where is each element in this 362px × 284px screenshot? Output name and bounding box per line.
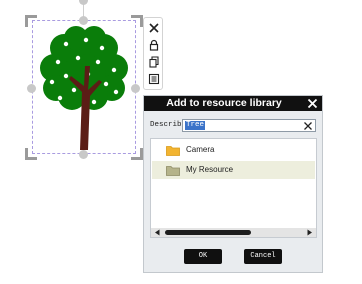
- dialog-title: Add to resource library: [166, 97, 282, 109]
- rotation-handle[interactable]: [79, 0, 88, 5]
- scroll-right-icon[interactable]: [306, 229, 313, 236]
- add-to-resource-library-dialog: Add to resource library Describe Tree Ca…: [143, 95, 323, 273]
- dialog-close-button[interactable]: [306, 97, 319, 110]
- object-properties-button[interactable]: [146, 71, 162, 87]
- folder-icon: [166, 146, 180, 156]
- folder-item-my-resource[interactable]: My Resource: [152, 161, 315, 179]
- lock-object-button[interactable]: [146, 37, 162, 53]
- properties-icon: [148, 73, 160, 85]
- lock-icon: [149, 39, 159, 51]
- delete-object-button[interactable]: [146, 20, 162, 36]
- describe-input[interactable]: Tree: [182, 119, 316, 132]
- resize-handle-right[interactable]: [131, 84, 140, 93]
- scroll-left-icon[interactable]: [154, 229, 161, 236]
- folder-item-label: Camera: [186, 145, 215, 154]
- resize-corner-top-right[interactable]: [131, 15, 143, 27]
- tree-image[interactable]: [36, 26, 132, 154]
- folder-item-label: My Resource: [186, 165, 234, 174]
- object-toolbar: [143, 17, 163, 90]
- folder-item-camera[interactable]: Camera: [152, 141, 315, 159]
- close-icon: [149, 23, 159, 33]
- cancel-button[interactable]: Cancel: [244, 249, 282, 264]
- resize-handle-left[interactable]: [27, 84, 36, 93]
- copy-icon: [149, 56, 159, 68]
- describe-input-value: Tree: [185, 121, 206, 130]
- resize-corner-bottom-right[interactable]: [131, 148, 143, 160]
- resize-handle-top[interactable]: [79, 16, 88, 25]
- folder-list[interactable]: Camera My Resource: [150, 138, 317, 238]
- dialog-titlebar[interactable]: Add to resource library: [144, 96, 322, 111]
- ok-button[interactable]: OK: [184, 249, 222, 264]
- folder-icon: [166, 166, 180, 176]
- scrollbar-thumb[interactable]: [165, 230, 251, 235]
- horizontal-scrollbar[interactable]: [151, 228, 316, 237]
- describe-label: Describe: [150, 121, 187, 129]
- clear-input-icon[interactable]: [303, 121, 313, 131]
- copy-object-button[interactable]: [146, 54, 162, 70]
